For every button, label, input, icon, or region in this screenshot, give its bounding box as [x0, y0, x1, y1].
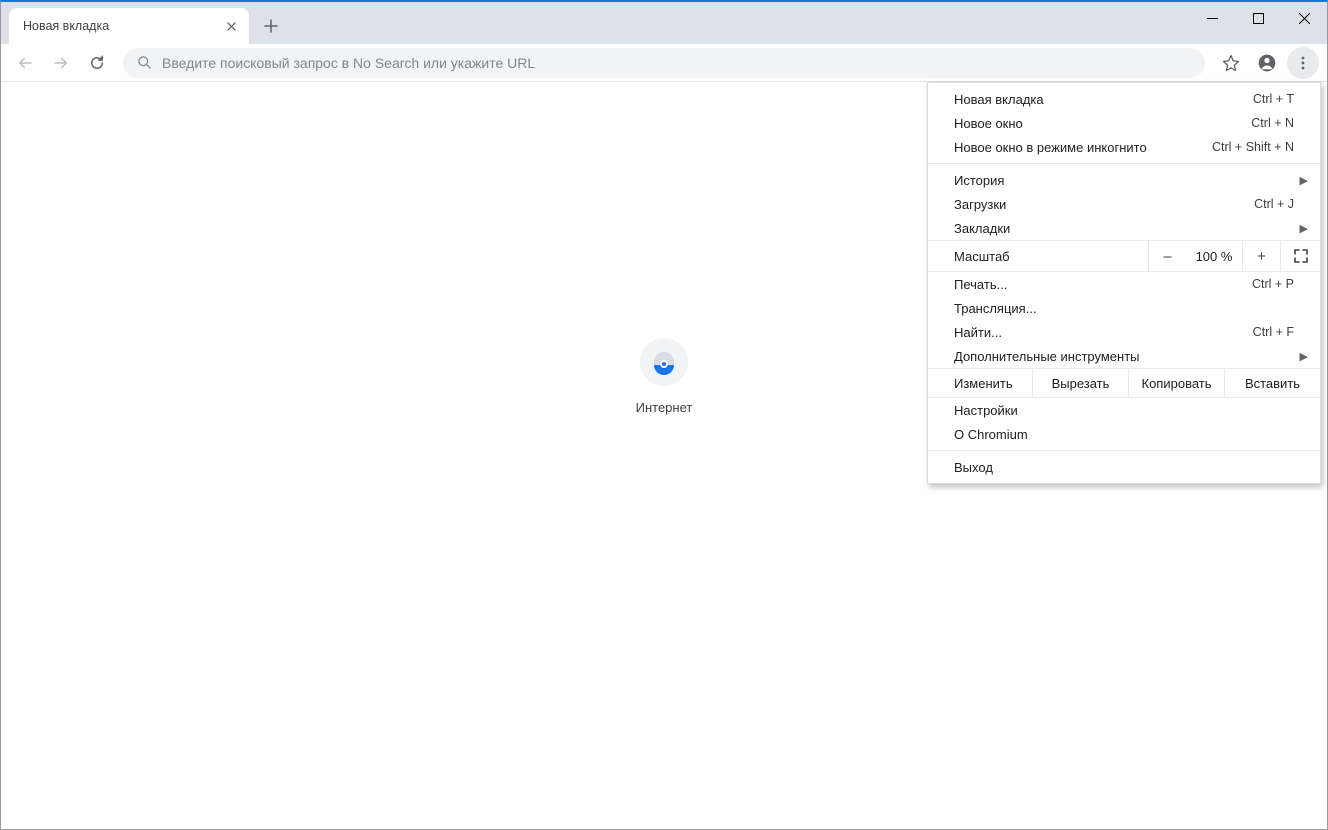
menu-item-label: Дополнительные инструменты: [954, 349, 1140, 364]
zoom-label: Масштаб: [928, 249, 1148, 264]
chevron-right-icon: ▶: [1300, 222, 1308, 235]
globe-icon: [651, 349, 677, 375]
menu-item-label: Выход: [954, 460, 993, 475]
zoom-controls: – 100 % +: [1148, 241, 1320, 271]
zoom-in-button[interactable]: +: [1242, 241, 1280, 271]
zoom-value: 100 %: [1186, 249, 1242, 264]
close-icon: [227, 22, 236, 31]
menu-bookmarks[interactable]: Закладки ▶: [928, 216, 1320, 240]
new-tab-button[interactable]: [257, 12, 285, 40]
menu-item-shortcut: Ctrl + J: [1254, 197, 1294, 211]
shortcuts-area: Интернет: [608, 338, 720, 415]
close-icon: [1299, 13, 1310, 24]
kebab-icon: [1295, 55, 1311, 71]
menu-item-label: Трансляция...: [954, 301, 1037, 316]
menu-item-label: Настройки: [954, 403, 1018, 418]
menu-print[interactable]: Печать... Ctrl + P: [928, 272, 1320, 296]
menu-item-label: О Chromium: [954, 427, 1028, 442]
menu-history[interactable]: История ▶: [928, 168, 1320, 192]
menu-downloads[interactable]: Загрузки Ctrl + J: [928, 192, 1320, 216]
page-content: Интернет Новая вкладка Ctrl + T Новое ок…: [1, 82, 1327, 829]
fullscreen-icon: [1294, 249, 1308, 263]
menu-item-shortcut: Ctrl + F: [1253, 325, 1294, 339]
forward-button[interactable]: [45, 47, 77, 79]
back-button[interactable]: [9, 47, 41, 79]
zoom-out-button[interactable]: –: [1148, 241, 1186, 271]
window-minimize-button[interactable]: [1189, 2, 1235, 34]
user-icon: [1257, 53, 1277, 73]
menu-item-label: История: [954, 173, 1004, 188]
plus-icon: [264, 19, 278, 33]
menu-item-label: Закладки: [954, 221, 1010, 236]
menu-item-label: Новая вкладка: [954, 92, 1044, 107]
minimize-icon: [1207, 13, 1218, 24]
menu-item-shortcut: Ctrl + Shift + N: [1212, 140, 1294, 154]
menu-exit[interactable]: Выход: [928, 455, 1320, 479]
window-close-button[interactable]: [1281, 2, 1327, 34]
edit-paste-button[interactable]: Вставить: [1224, 369, 1320, 397]
app-menu-button[interactable]: [1287, 47, 1319, 79]
menu-incognito[interactable]: Новое окно в режиме инкогнито Ctrl + Shi…: [928, 135, 1320, 159]
menu-about[interactable]: О Chromium: [928, 422, 1320, 446]
window-maximize-button[interactable]: [1235, 2, 1281, 34]
chevron-right-icon: ▶: [1300, 174, 1308, 187]
edit-paste-label: Вставить: [1245, 376, 1300, 391]
tab-title: Новая вкладка: [23, 19, 109, 33]
search-icon: [137, 55, 152, 70]
edit-cut-button[interactable]: Вырезать: [1032, 369, 1128, 397]
edit-label: Изменить: [928, 376, 1032, 391]
app-menu: Новая вкладка Ctrl + T Новое окно Ctrl +…: [927, 82, 1321, 484]
address-input[interactable]: [162, 55, 1191, 71]
menu-item-shortcut: Ctrl + P: [1252, 277, 1294, 291]
menu-item-label: Печать...: [954, 277, 1007, 292]
bookmark-button[interactable]: [1215, 47, 1247, 79]
browser-toolbar: [1, 44, 1327, 82]
menu-item-label: Новое окно: [954, 116, 1023, 131]
menu-cast[interactable]: Трансляция...: [928, 296, 1320, 320]
menu-item-label: Найти...: [954, 325, 1002, 340]
edit-copy-label: Копировать: [1142, 376, 1212, 391]
arrow-left-icon: [16, 54, 34, 72]
profile-button[interactable]: [1251, 47, 1283, 79]
menu-item-label: Загрузки: [954, 197, 1006, 212]
menu-edit-row: Изменить Вырезать Копировать Вставить: [928, 368, 1320, 398]
shortcut-label: Интернет: [608, 400, 720, 415]
title-bar: Новая вкладка: [1, 2, 1327, 44]
menu-new-window[interactable]: Новое окно Ctrl + N: [928, 111, 1320, 135]
menu-item-label: Новое окно в режиме инкогнито: [954, 140, 1147, 155]
address-bar[interactable]: [123, 48, 1205, 78]
menu-separator: [928, 163, 1320, 164]
menu-zoom-row: Масштаб – 100 % +: [928, 240, 1320, 272]
tab-close-button[interactable]: [223, 18, 239, 34]
edit-cut-label: Вырезать: [1052, 376, 1110, 391]
shortcut-tile[interactable]: Интернет: [608, 338, 720, 415]
shortcut-favicon: [640, 338, 688, 386]
reload-icon: [88, 54, 106, 72]
fullscreen-button[interactable]: [1280, 241, 1320, 271]
window-controls: [1189, 2, 1327, 34]
menu-settings[interactable]: Настройки: [928, 398, 1320, 422]
menu-item-shortcut: Ctrl + N: [1251, 116, 1294, 130]
menu-item-shortcut: Ctrl + T: [1253, 92, 1294, 106]
arrow-right-icon: [52, 54, 70, 72]
menu-find[interactable]: Найти... Ctrl + F: [928, 320, 1320, 344]
maximize-icon: [1253, 13, 1264, 24]
chevron-right-icon: ▶: [1300, 350, 1308, 363]
star-icon: [1222, 54, 1240, 72]
menu-new-tab[interactable]: Новая вкладка Ctrl + T: [928, 87, 1320, 111]
reload-button[interactable]: [81, 47, 113, 79]
menu-separator: [928, 450, 1320, 451]
menu-more-tools[interactable]: Дополнительные инструменты ▶: [928, 344, 1320, 368]
edit-copy-button[interactable]: Копировать: [1128, 369, 1224, 397]
browser-tab[interactable]: Новая вкладка: [9, 8, 249, 44]
